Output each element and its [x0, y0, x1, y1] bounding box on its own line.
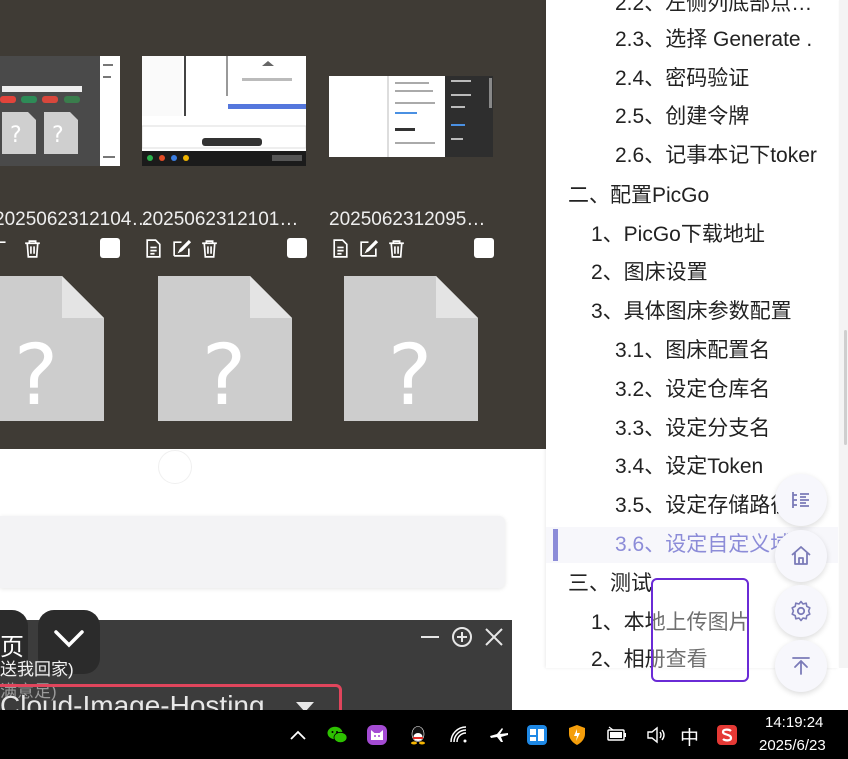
wifi-icon — [450, 726, 467, 743]
delete-icon[interactable] — [22, 238, 43, 259]
content-card — [0, 516, 505, 588]
zoom-in-icon[interactable] — [451, 626, 473, 648]
toc-active-marker — [553, 529, 558, 561]
toc-item[interactable]: 2、图床设置 — [591, 259, 708, 287]
toc-item[interactable]: 3、具体图床参数配置 — [591, 298, 792, 326]
image-filename: 2025062312104… — [0, 209, 151, 230]
edit-icon[interactable] — [171, 238, 192, 259]
image-actions — [0, 236, 43, 260]
faint-circle — [158, 450, 192, 484]
toc-list-icon — [792, 492, 809, 508]
back-to-top-button[interactable] — [775, 640, 827, 692]
minimize-icon[interactable] — [419, 626, 441, 648]
blue-app-icon — [527, 725, 547, 745]
input-method-indicator[interactable]: 中 — [680, 723, 699, 750]
image-actions — [143, 236, 220, 260]
missing-image-placeholder[interactable]: ? — [344, 276, 478, 424]
image-select-checkbox[interactable] — [474, 238, 494, 258]
volume-icon — [647, 726, 665, 744]
toc-item[interactable]: 3.3、设定分支名 — [615, 415, 770, 443]
battery-tray[interactable] — [605, 722, 629, 748]
plane-app-icon — [490, 728, 508, 742]
toc-item[interactable]: 3.4、设定Token — [615, 453, 763, 481]
battery-icon — [607, 726, 626, 741]
toc-item[interactable]: 3.2、设定仓库名 — [615, 376, 770, 404]
sogou-icon — [717, 725, 737, 745]
screen: ? ? 2025062312104… 2025062312101… 202506… — [0, 0, 848, 759]
toc-item[interactable]: 1、PicGo下载地址 — [591, 221, 765, 249]
delete-icon[interactable] — [199, 238, 220, 259]
qq-icon — [411, 726, 425, 745]
wechat-tray[interactable] — [325, 722, 349, 748]
network-tray[interactable] — [447, 722, 471, 748]
plane-app-tray[interactable] — [487, 722, 511, 748]
svg-text:?: ? — [10, 123, 22, 148]
chevron-up-icon — [290, 730, 306, 740]
home-button[interactable] — [775, 530, 827, 582]
security-tray[interactable] — [565, 722, 589, 748]
blue-app-tray[interactable] — [525, 722, 549, 748]
missing-image-placeholder[interactable]: ? — [0, 276, 104, 424]
clock-date[interactable]: 2025/6/23 — [759, 737, 826, 754]
image-select-checkbox[interactable] — [287, 238, 307, 258]
toc-item[interactable]: 2.2、左侧列底部点… — [615, 0, 812, 18]
toc-toggle-button[interactable] — [775, 474, 827, 526]
toc-item[interactable]: 3.5、设定存储路径 — [615, 492, 791, 520]
cat-app-icon — [367, 725, 387, 745]
question-mark-icon: ? — [202, 326, 247, 421]
close-icon[interactable] — [483, 626, 505, 648]
question-mark-icon: ? — [388, 326, 433, 421]
image-select-checkbox[interactable] — [100, 238, 120, 258]
image-thumbnail-1[interactable]: ? ? — [0, 56, 120, 166]
delete-icon[interactable] — [386, 238, 407, 259]
cat-app-tray[interactable] — [365, 722, 389, 748]
clock-time[interactable]: 14:19:24 — [765, 714, 823, 731]
chevron-down-icon — [54, 630, 84, 648]
toc-item[interactable]: 2.4、密码验证 — [615, 65, 749, 93]
toc-item[interactable]: 2.5、创建令牌 — [615, 103, 749, 131]
svg-text:?: ? — [52, 123, 64, 148]
toc-item[interactable]: 2.6、记事本记下toker — [615, 142, 817, 170]
back-to-top-icon — [792, 657, 810, 675]
edit-icon[interactable] — [358, 238, 379, 259]
home-icon — [791, 546, 811, 565]
image-filename: 2025062312101… — [142, 209, 299, 230]
missing-image-placeholder[interactable]: ? — [158, 276, 292, 424]
sogou-tray[interactable] — [715, 722, 739, 748]
document-icon[interactable] — [143, 238, 164, 259]
shield-icon — [569, 725, 585, 745]
image-actions — [330, 236, 407, 260]
show-hidden-icons-button[interactable] — [286, 722, 310, 748]
image-thumbnail-3[interactable] — [329, 76, 493, 157]
toc-item[interactable]: 二、配置PicGo — [568, 182, 709, 210]
settings-button[interactable] — [775, 585, 827, 637]
selection-outline — [651, 578, 749, 682]
image-filename: 2025062312095… — [329, 209, 486, 230]
toc-item[interactable]: 2.3、选择 Generate . — [615, 26, 812, 54]
toc-item[interactable]: 3.1、图床配置名 — [615, 337, 770, 365]
document-icon[interactable] — [330, 238, 351, 259]
volume-tray[interactable] — [644, 722, 668, 748]
question-mark-icon: ? — [14, 326, 59, 421]
wechat-icon — [327, 726, 348, 744]
image-thumbnail-2[interactable] — [142, 56, 306, 166]
toc-item[interactable]: 三、测试 — [568, 570, 652, 598]
qq-tray[interactable] — [406, 722, 430, 748]
edit-icon[interactable] — [0, 238, 15, 259]
toc-scrollbar-thumb[interactable] — [844, 330, 847, 445]
settings-gear-icon — [791, 600, 811, 622]
